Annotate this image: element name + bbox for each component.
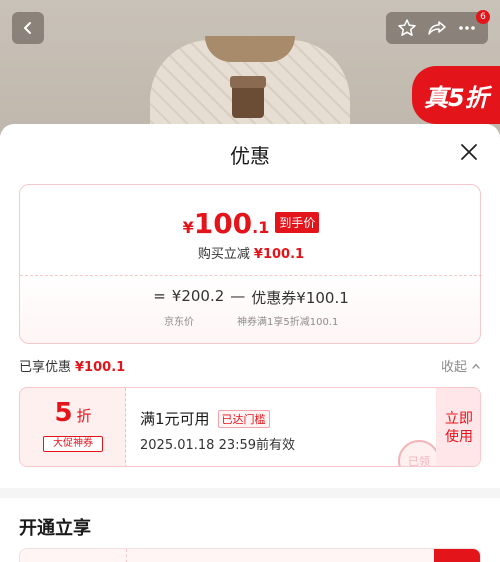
discount-sheet: 优惠 ¥ 100 .1 到手价 购买立减 ¥100.1 = ¥200.2 — 优惠…	[0, 124, 500, 562]
star-icon[interactable]	[397, 18, 417, 38]
coupon-amount: 优惠券¥100.1	[251, 289, 349, 307]
final-price-tag: 到手价	[275, 212, 320, 233]
collapse-button[interactable]: 收起	[441, 356, 481, 375]
top-actions-bar	[386, 12, 488, 44]
membership-card-divider	[126, 549, 127, 562]
formula-equals: =	[153, 287, 166, 305]
enjoyed-amount: ¥100.1	[75, 360, 126, 375]
reduction-label: 购买立减	[197, 247, 250, 262]
coupon-type-tag: 大促神券	[43, 436, 103, 452]
coupon-details: 满1元可用 已达门槛 2025.01.18 23:59前有效 已领	[126, 388, 440, 466]
membership-card-partial[interactable]	[19, 548, 481, 562]
close-icon[interactable]	[458, 141, 480, 163]
price-summary-card: ¥ 100 .1 到手价 购买立减 ¥100.1 = ¥200.2 — 优惠券¥1…	[19, 184, 482, 344]
section-title: 开通立享	[19, 518, 91, 539]
jd-price-label: 京东价	[164, 317, 194, 328]
section-separator	[0, 488, 500, 498]
enjoyed-label: 已享优惠	[19, 360, 72, 375]
coupon-discount-unit: 折	[76, 407, 92, 425]
chevron-left-icon	[24, 22, 31, 34]
notification-badge: 6	[476, 10, 490, 24]
coupon-expiry: 2025.01.18 23:59前有效	[140, 438, 296, 453]
final-price-currency: ¥	[182, 218, 194, 237]
coupon-condition-row: 满1元可用 已达门槛	[140, 408, 270, 429]
enjoyed-discount-row: 已享优惠 ¥100.1 收起	[19, 356, 481, 376]
coupon-card: 5折 大促神券 满1元可用 已达门槛 2025.01.18 23:59前有效 已…	[19, 387, 481, 467]
half-price-promo-tag: 真5折	[412, 66, 500, 124]
more-icon[interactable]	[457, 18, 477, 38]
formula-minus: —	[230, 287, 246, 305]
jd-price: ¥200.2	[171, 287, 225, 305]
coupon-discount: 5折	[20, 398, 126, 428]
enjoyed-discount: 已享优惠 ¥100.1	[19, 356, 125, 375]
reduction-amount: ¥100.1	[253, 247, 305, 262]
summary-divider	[20, 275, 482, 276]
claimed-stamp: 已领	[398, 440, 440, 466]
coupon-discount-value: 5	[54, 398, 73, 428]
use-coupon-button[interactable]: 立即 使用	[436, 388, 480, 466]
price-formula: = ¥200.2 — 优惠券¥100.1	[20, 287, 482, 308]
threshold-reached-tag: 已达门槛	[217, 409, 270, 428]
coupon-description: 神券满1享5折减100.1	[237, 317, 339, 328]
coupon-discount-panel: 5折 大促神券	[20, 388, 126, 466]
collapse-label: 收起	[440, 360, 467, 375]
share-icon[interactable]	[427, 18, 447, 38]
jacket-pocket-flap	[230, 76, 266, 88]
final-price-integer: 100	[193, 207, 253, 240]
membership-card-action[interactable]	[434, 549, 480, 562]
sheet-title: 优惠	[230, 144, 270, 168]
back-button[interactable]	[12, 12, 44, 44]
final-price-decimal: .1	[252, 218, 270, 237]
final-price: ¥ 100 .1 到手价	[20, 207, 482, 240]
coupon-condition: 满1元可用	[140, 410, 210, 428]
purchase-reduction: 购买立减 ¥100.1	[20, 243, 482, 262]
jacket-collar	[205, 36, 295, 62]
chevron-up-icon	[472, 363, 480, 369]
